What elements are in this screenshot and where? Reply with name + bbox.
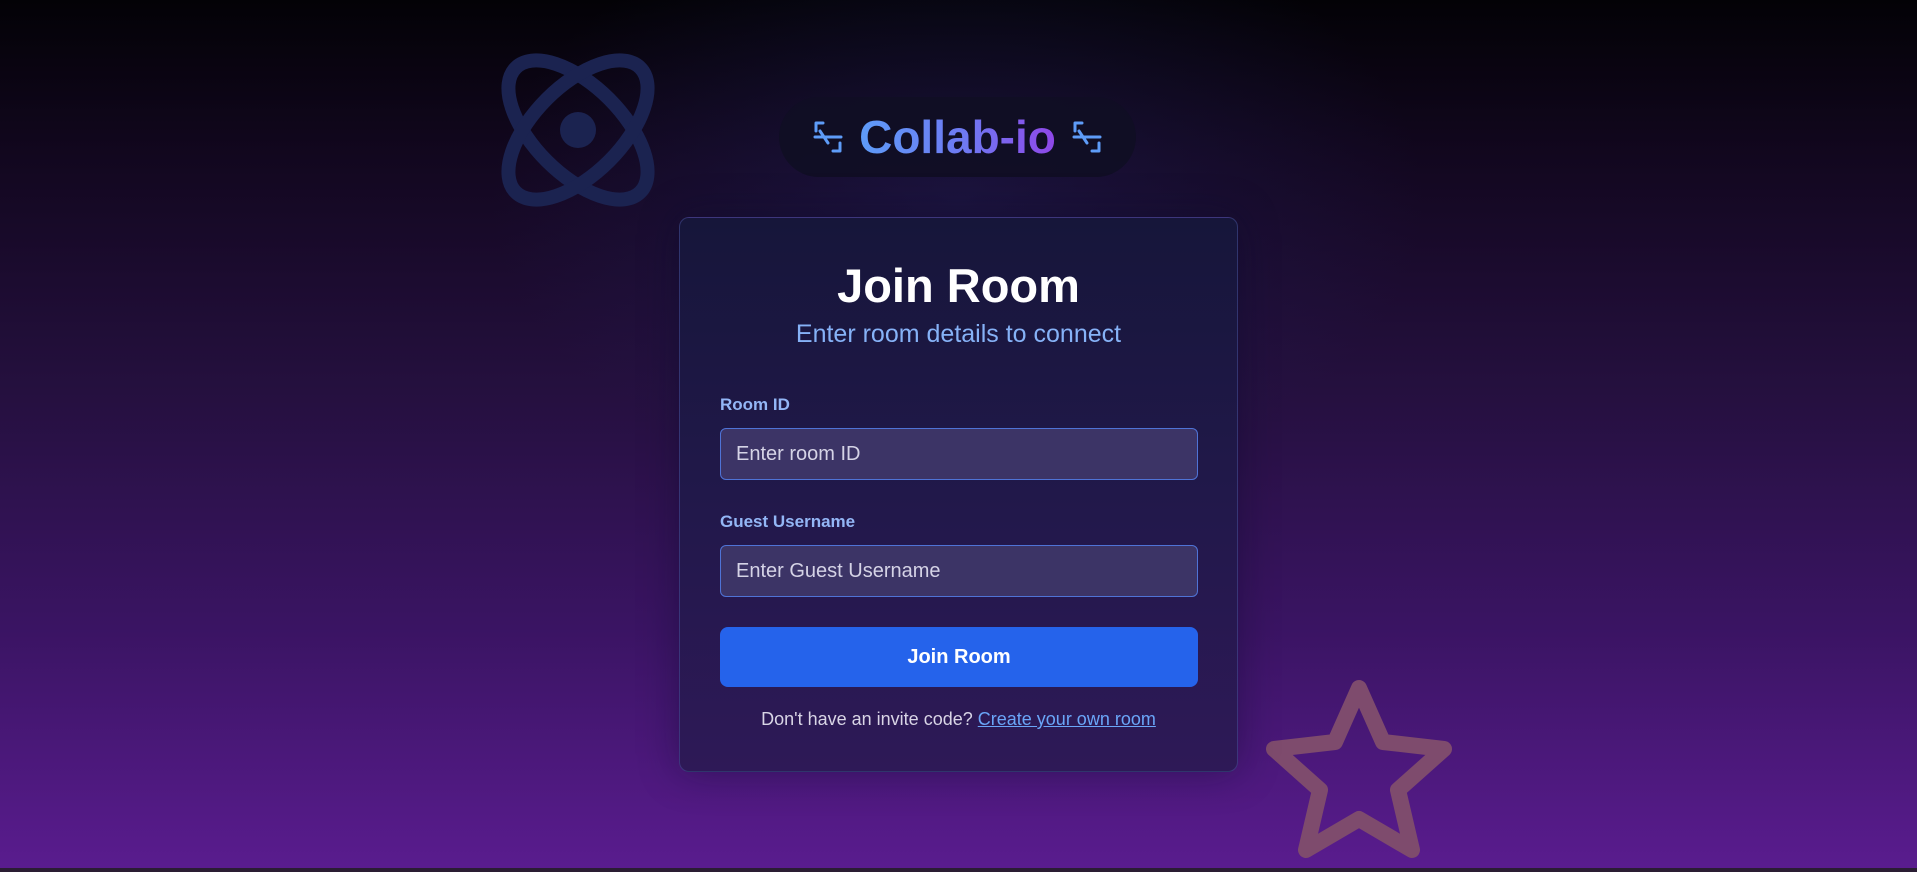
card-subtitle: Enter room details to connect xyxy=(795,320,1122,348)
join-room-button[interactable]: Join Room xyxy=(720,627,1198,687)
guest-username-input[interactable] xyxy=(720,545,1198,597)
create-room-link[interactable]: Create your own room xyxy=(978,709,1156,729)
app-title: Collab-io xyxy=(859,111,1056,163)
room-id-label: Room ID xyxy=(720,395,790,414)
star-icon xyxy=(1266,680,1452,858)
code-brackets-icon xyxy=(1072,121,1102,153)
atom-icon xyxy=(501,53,655,207)
room-id-input[interactable] xyxy=(720,428,1198,480)
invite-footer: Don't have an invite code? Create your o… xyxy=(680,709,1237,730)
card-title: Join Room xyxy=(837,259,1080,312)
brand-logo: Collab-io xyxy=(779,97,1136,177)
join-room-card: Join Room Enter room details to connect … xyxy=(679,217,1238,772)
guest-username-label: Guest Username xyxy=(720,512,856,531)
invite-prompt: Don't have an invite code? xyxy=(761,709,973,729)
bottom-border xyxy=(0,868,1917,872)
code-brackets-icon xyxy=(813,121,843,153)
